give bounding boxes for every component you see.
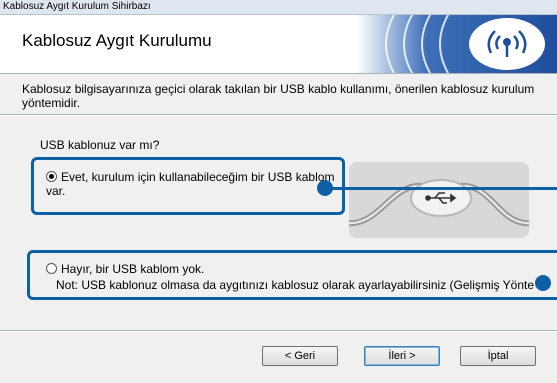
- footer-divider: [0, 330, 557, 332]
- usb-question: USB kablonuz var mı?: [40, 138, 160, 152]
- next-button[interactable]: İleri >: [364, 346, 440, 366]
- wizard-body: Kablosuz bilgisayarınıza geçici olarak t…: [0, 74, 557, 383]
- wireless-signal-icon: [357, 15, 557, 73]
- window-title: Kablosuz Aygıt Kurulum Sihirbazı: [3, 1, 151, 12]
- page-title: Kablosuz Aygıt Kurulumu: [22, 31, 212, 50]
- content-divider: [0, 114, 557, 116]
- callout-line-yes: [325, 187, 557, 190]
- callout-dot-yes: [317, 180, 333, 196]
- usb-cable-image: [349, 162, 529, 238]
- callout-dot-no: [535, 275, 551, 291]
- intro-text: Kablosuz bilgisayarınıza geçici olarak t…: [22, 82, 535, 110]
- wizard-header: Kablosuz Aygıt Kurulumu: [0, 15, 557, 73]
- title-bar: Kablosuz Aygıt Kurulum Sihirbazı: [0, 0, 557, 15]
- cancel-button[interactable]: İptal: [460, 346, 536, 366]
- highlight-box-yes: [31, 157, 345, 215]
- highlight-box-no: [27, 250, 557, 300]
- back-button[interactable]: < Geri: [262, 346, 338, 366]
